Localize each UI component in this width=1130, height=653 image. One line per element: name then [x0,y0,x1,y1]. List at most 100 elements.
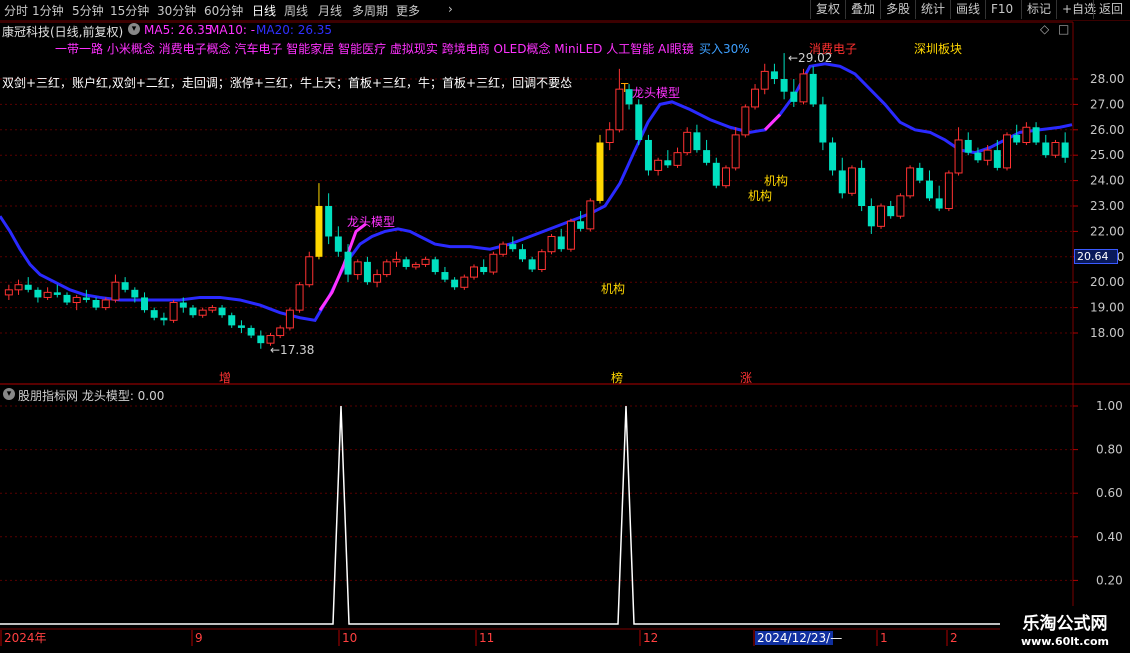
candle-body [441,272,449,280]
period-tab-8[interactable]: 月线 [318,2,342,19]
candle-body [179,302,187,308]
candle-body [916,167,924,181]
candle-body [24,284,32,290]
candle-body [305,256,314,286]
date-label: 12 [643,631,658,645]
period-tab-1[interactable]: 1分钟 [32,2,64,19]
price-tick-label: 24.00 [1090,174,1124,188]
candle-body [847,167,856,194]
toolbar-button-8[interactable]: 返回 [1093,0,1128,19]
more-arrow-icon[interactable]: › [448,2,453,16]
candle-body [101,299,110,309]
jigou-label-1: 机构 [601,282,626,296]
candle-body [858,167,866,206]
candle-body [480,266,488,273]
candle-body [867,206,875,227]
current-price-tag: 20.64 [1074,249,1118,264]
indicator-tick-label: 0.80 [1096,443,1123,457]
period-tab-10[interactable]: 更多 [396,2,420,19]
ma10-readout: MA10: - [209,23,256,37]
candle-body [451,279,459,288]
candle-body [489,253,498,273]
candle-body [829,142,837,171]
candle-body [712,162,720,186]
ma20-readout: MA20: 26.35 [256,23,333,37]
candle-body [1061,142,1069,158]
watermark-name: 乐淘公式网 [1022,614,1108,634]
candle-body [566,220,575,250]
period-tab-9[interactable]: 多周期 [352,2,388,19]
candle-body [509,244,517,250]
candle-body [954,139,963,174]
candle-body [14,284,23,291]
date-label: 11 [479,631,494,645]
kline-chart: 28.00 27.00 26.00 25.00 24.00 23.00 22.00 2 1.00… [0,21,1130,648]
toolbar-button-2[interactable]: 多股 [880,0,915,19]
candle-body [557,236,565,250]
candle-body [1003,134,1011,169]
toolbar-button-6[interactable]: 标记 [1021,0,1056,19]
toolbar-button-1[interactable]: 叠加 [845,0,880,19]
toolbar-button-3[interactable]: 统计 [915,0,950,19]
date-label: 10 [342,631,357,645]
period-tab-2[interactable]: 5分钟 [72,2,104,19]
candle-body [760,70,769,90]
candle-body [34,289,42,298]
period-toolbar: 分时 1分钟 5分钟 15分钟 30分钟 60分钟 日线 周线 月线 多周期 更多 › 复权 叠加 多股 统计… [0,0,1130,21]
dragon-label-1: 龙头模型 [347,215,396,229]
indicator-line [0,405,1073,625]
candle-body [518,249,526,260]
candle-body [392,258,401,263]
period-tab-4[interactable]: 30分钟 [157,2,196,19]
settings-diamond-icon[interactable]: ◇ [1040,22,1049,36]
bang-marker: 榜 [611,371,624,385]
chevron-down-icon[interactable]: ▾ [3,388,15,400]
candle-body [334,236,342,252]
indicator-tick-label: 1.00 [1096,399,1123,413]
zeng-marker: 增 [219,371,232,385]
candle-body [935,198,943,209]
chart-area: 28.00 27.00 26.00 25.00 24.00 23.00 22.00 2 1.00… [0,21,1130,650]
candle-body [605,129,614,144]
toolbar-button-4[interactable]: 画线 [950,0,985,19]
candle-body [596,142,604,201]
candle-body [693,132,701,151]
candle-body [189,307,197,316]
candle-body [169,302,178,321]
stock-title: 康冠科技(日线,前复权) [2,25,124,39]
toolbar-button-0[interactable]: 复权 [810,0,845,19]
candle-body [43,291,52,298]
period-tab-6[interactable]: 日线 [252,2,276,19]
toolbar-button-5[interactable]: F10 [985,0,1018,19]
candle-body [683,131,692,154]
dragon-label-2: 龙头模型 [632,86,681,100]
candle-body [121,282,129,290]
price-tick-label: 26.00 [1090,123,1124,137]
indicator-title: 股朋指标网 龙头模型: 0.00 [18,389,165,403]
high-price-label: ←29.02 [788,51,833,65]
window-icon[interactable]: □ [1058,22,1069,36]
candle-body [470,266,478,278]
concept-list: 一带一路 小米概念 消费电子概念 汽车电子 智能家居 智能医疗 虚拟现实 跨境电… [55,42,694,56]
period-tab-5[interactable]: 60分钟 [204,2,243,19]
date-axis-bg [0,630,1073,648]
candle-body [431,259,439,273]
period-tab-7[interactable]: 周线 [284,2,308,19]
candle-body [993,150,1001,168]
candle-body [809,73,817,105]
candle-body [537,251,546,271]
buy-signal-text: 买入30% [699,42,750,56]
candle-body [790,91,798,102]
period-tab-3[interactable]: 15分钟 [110,2,149,19]
date-label: 1 [880,631,888,645]
chevron-down-icon[interactable]: ▾ [128,23,140,35]
candle-body [373,274,382,283]
candle-body [577,221,585,229]
candle-body [664,160,672,166]
period-tab-0[interactable]: 分时 [4,2,28,19]
ma-line-magenta-2 [763,113,782,131]
candle-body [780,79,788,92]
candle-body [141,297,149,311]
candle-body [218,307,226,316]
candle-body [421,258,430,265]
